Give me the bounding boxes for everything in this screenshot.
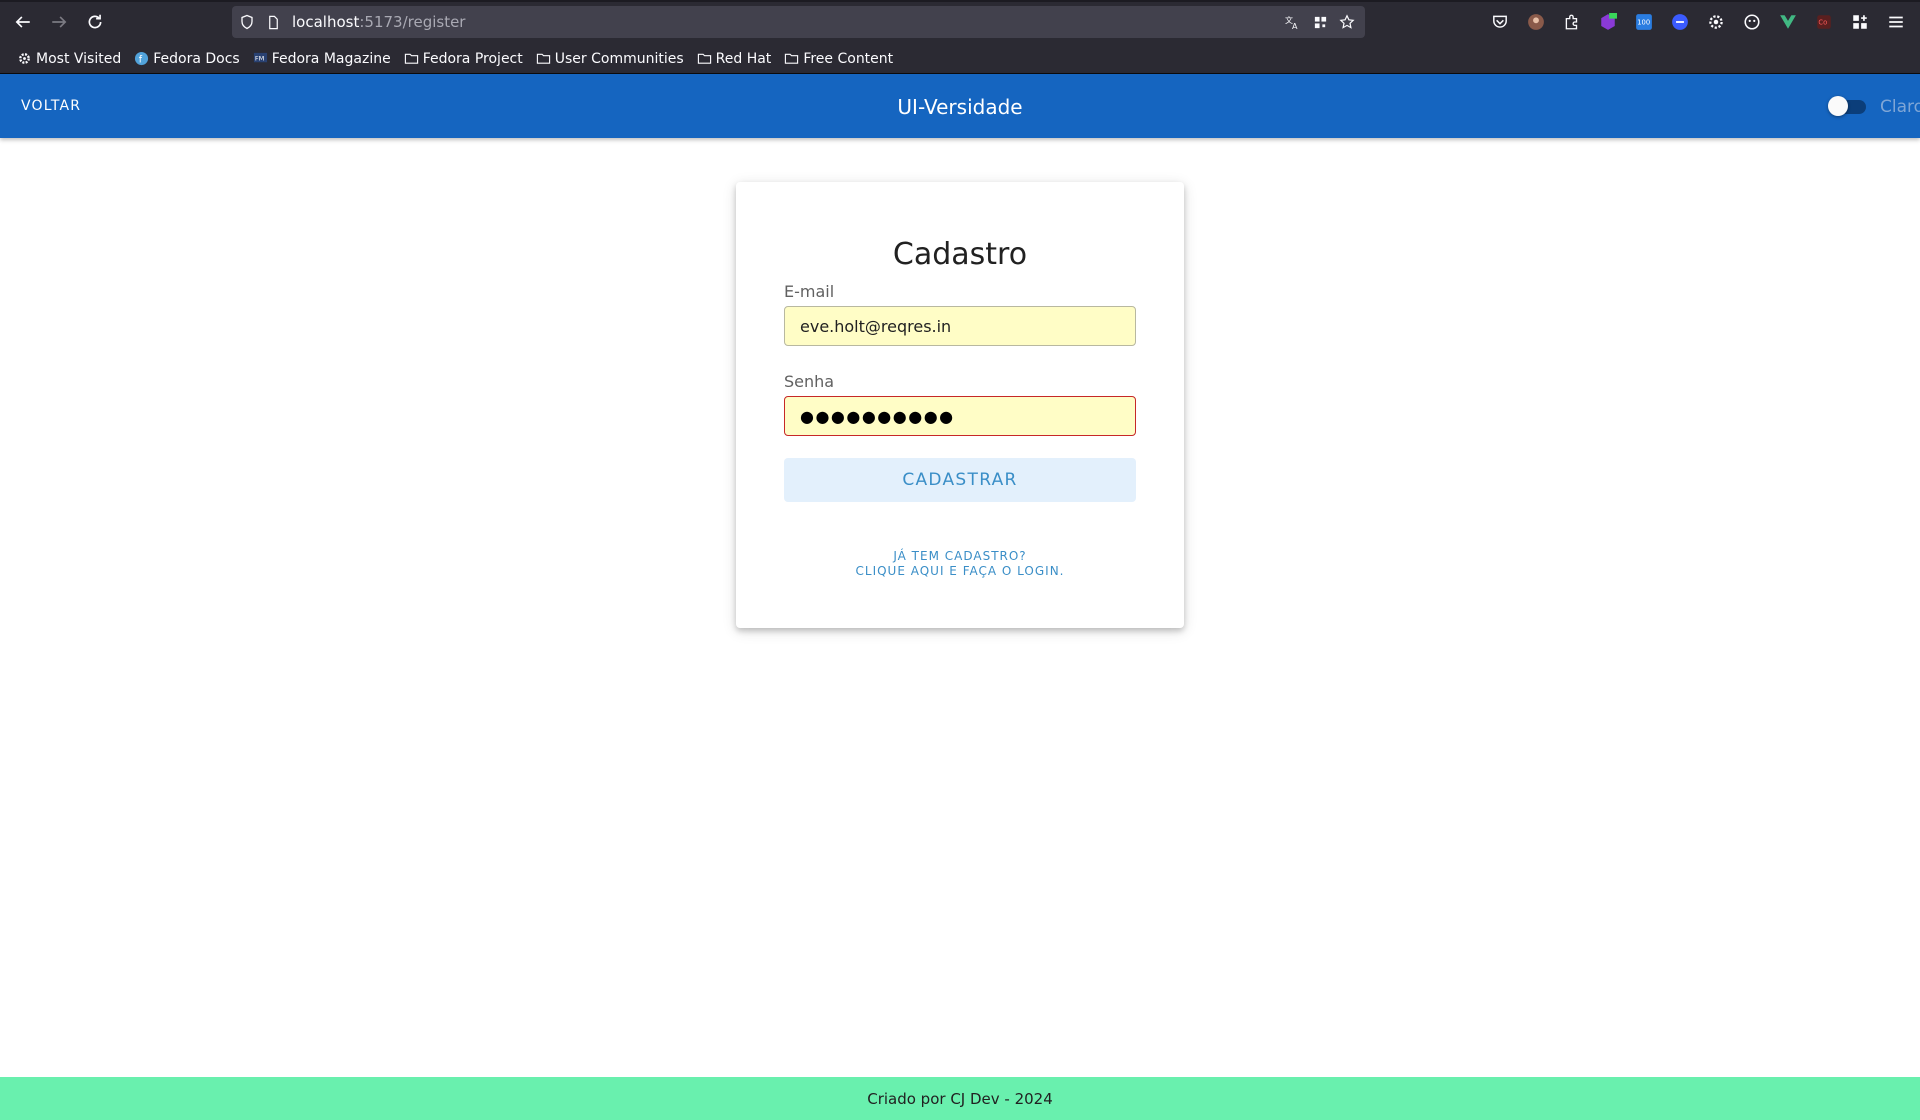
bookmarks-toolbar: Most Visited f Fedora Docs FM Fedora Mag… — [0, 44, 1920, 74]
app-bar: VOLTAR UI-Versidade Claro — [0, 74, 1920, 138]
password-label: Senha — [784, 372, 835, 391]
footer: Criado por CJ Dev - 2024 — [0, 1077, 1920, 1120]
bookmark-fedora-project[interactable]: Fedora Project — [399, 47, 528, 71]
login-link[interactable]: JÁ TEM CADASTRO? CLIQUE AQUI E FAÇA O LO… — [736, 549, 1184, 579]
password-field[interactable]: ●●●●●●●●●● — [784, 396, 1136, 436]
folder-icon — [785, 53, 799, 64]
bookmark-user-communities[interactable]: User Communities — [531, 47, 689, 71]
page-title: Cadastro — [892, 237, 1028, 272]
folder-icon — [697, 53, 711, 64]
register-card: Cadastro E-mail eve.holt@reqres.in Senha… — [736, 182, 1184, 628]
url-bar[interactable]: localhost:5173/register 文A — [232, 6, 1365, 38]
gear-extension-icon[interactable] — [1704, 10, 1728, 34]
browser-toolbar: localhost:5173/register 文A 100 Co — [0, 0, 1920, 44]
login-link-line1: JÁ TEM CADASTRO? — [893, 549, 1027, 563]
theme-toggle[interactable] — [1828, 96, 1868, 116]
bookmark-star-icon[interactable] — [1338, 13, 1356, 31]
score-100-icon[interactable]: 100 — [1632, 10, 1656, 34]
qr-code-icon[interactable] — [1311, 13, 1329, 31]
password-value: ●●●●●●●●●● — [800, 406, 955, 426]
email-value: eve.holt@reqres.in — [800, 316, 952, 336]
reload-icon[interactable] — [81, 9, 109, 35]
svg-text:A: A — [1292, 22, 1298, 30]
red-extension-icon[interactable]: Co — [1812, 10, 1836, 34]
sidebar-grid-icon[interactable] — [1848, 10, 1872, 34]
svg-text:Co: Co — [1818, 18, 1827, 26]
email-label: E-mail — [784, 282, 835, 301]
hex-extension-icon[interactable] — [1596, 10, 1620, 34]
app-title: UI-Versidade — [897, 95, 1023, 119]
url-path: :5173/register — [359, 13, 466, 31]
bookmark-red-hat[interactable]: Red Hat — [692, 47, 777, 71]
gear-icon — [19, 53, 30, 64]
puzzle-extensions-icon[interactable] — [1560, 10, 1584, 34]
folder-icon — [404, 53, 418, 64]
bookmark-label: Free Content — [803, 50, 894, 67]
bookmark-label: Fedora Magazine — [271, 50, 391, 67]
theme-label: Claro — [1880, 97, 1920, 117]
pocket-icon[interactable] — [1488, 10, 1512, 34]
bookmark-label: Fedora Project — [422, 50, 523, 67]
profile-avatar-icon[interactable] — [1524, 10, 1548, 34]
bookmark-label: Red Hat — [715, 50, 772, 67]
url-text[interactable]: localhost:5173/register — [292, 13, 465, 31]
bookmark-label: Most Visited — [36, 50, 122, 67]
cadastrar-button[interactable]: CADASTRAR — [784, 458, 1136, 502]
bookmark-label: Fedora Docs — [153, 50, 240, 67]
bookmark-most-visited[interactable]: Most Visited — [12, 47, 126, 71]
toggle-thumb[interactable] — [1828, 96, 1848, 116]
bookmark-fedora-magazine[interactable]: FM Fedora Magazine — [248, 47, 396, 71]
bookmark-free-content[interactable]: Free Content — [779, 47, 898, 71]
email-field[interactable]: eve.holt@reqres.in — [784, 306, 1136, 346]
forward-arrow-icon[interactable] — [45, 9, 73, 35]
footer-text: Criado por CJ Dev - 2024 — [867, 1089, 1053, 1108]
fedora-icon: f — [135, 51, 149, 65]
link-extension-icon[interactable] — [1668, 10, 1692, 34]
back-arrow-icon[interactable] — [9, 9, 37, 35]
page-icon[interactable] — [264, 13, 282, 31]
vue-devtools-icon[interactable] — [1776, 10, 1800, 34]
svg-text:FM: FM — [255, 54, 265, 62]
mask-extension-icon[interactable] — [1740, 10, 1764, 34]
translate-icon[interactable]: 文A — [1283, 13, 1301, 31]
login-link-line2: CLIQUE AQUI E FAÇA O LOGIN. — [855, 564, 1065, 578]
folder-icon — [536, 53, 550, 64]
fm-icon: FM — [253, 52, 267, 62]
svg-text:100: 100 — [1637, 18, 1650, 26]
tab-strip-edge — [0, 0, 1920, 2]
hamburger-menu-icon[interactable] — [1884, 10, 1908, 34]
shield-icon[interactable] — [238, 13, 256, 31]
bookmark-fedora-docs[interactable]: f Fedora Docs — [129, 47, 244, 71]
url-host: localhost — [292, 13, 360, 31]
bookmark-label: User Communities — [554, 50, 684, 67]
